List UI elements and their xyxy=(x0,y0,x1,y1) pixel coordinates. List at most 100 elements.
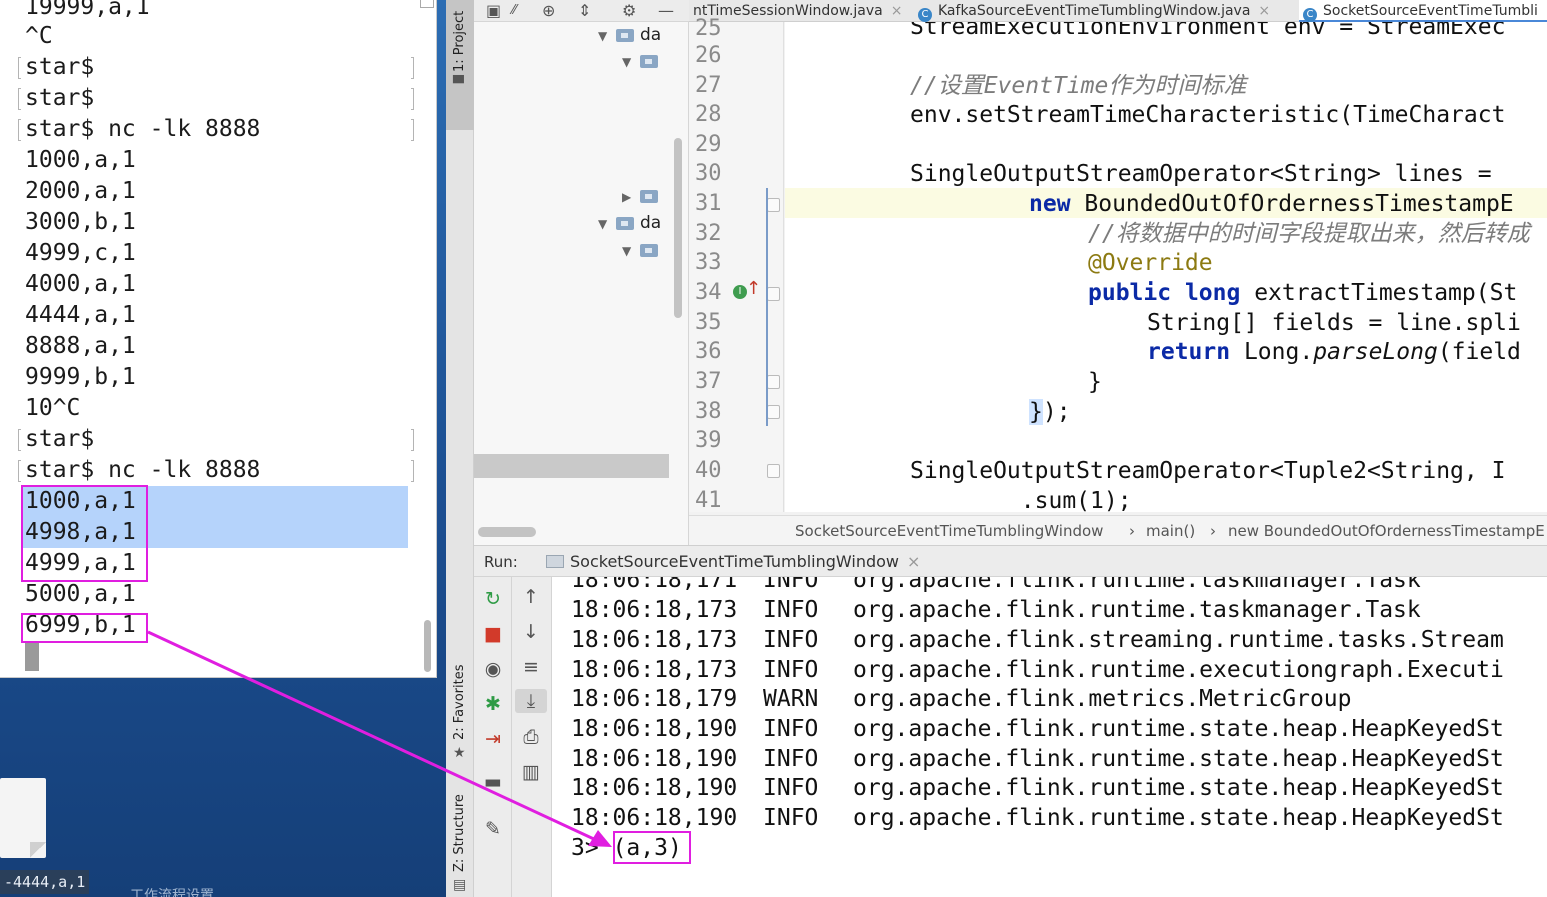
terminal-scrollbar[interactable] xyxy=(424,620,431,672)
tree-item[interactable]: ▶ xyxy=(622,185,664,207)
stop-icon[interactable]: ■ xyxy=(474,622,512,646)
log-timestamp: 18:06:18,173 xyxy=(571,627,738,653)
terminal-scroll-top[interactable] xyxy=(420,0,434,8)
fold-marker-icon[interactable] xyxy=(767,464,780,478)
tab-label: KafkaSourceEventTimeTumblingWindow.java xyxy=(938,3,1251,19)
exit-icon[interactable]: ⇥ xyxy=(474,727,512,751)
tree-item[interactable]: ▼ xyxy=(622,50,664,72)
log-logger: org.apache.flink.runtime.executiongraph.… xyxy=(853,657,1504,683)
close-icon[interactable]: × xyxy=(907,552,920,571)
hide-icon[interactable]: — xyxy=(658,0,674,22)
project-horizontal-scrollbar[interactable] xyxy=(478,527,536,537)
close-icon[interactable]: × xyxy=(891,3,903,19)
log-logger: org.apache.flink.runtime.state.heap.Heap… xyxy=(853,775,1504,801)
layout-icon[interactable]: ▣ xyxy=(486,0,501,22)
breadcrumb-method[interactable]: main() xyxy=(1146,516,1195,546)
terminal-line: star$ nc -lk 8888 xyxy=(25,457,261,483)
camera-icon[interactable]: ◉ xyxy=(474,657,512,681)
arrow-up-icon[interactable]: ↑ xyxy=(512,585,550,609)
expand-triangle-icon[interactable]: ▶ xyxy=(622,186,640,208)
line-number: 36 xyxy=(695,339,722,364)
fold-marker-icon[interactable] xyxy=(767,287,780,301)
layout-icon[interactable]: ▬ xyxy=(474,770,512,794)
star-icon[interactable]: ★ xyxy=(453,745,466,761)
fold-marker-icon[interactable] xyxy=(767,405,780,419)
console-line: 18:06:18,179 WARN org.apache.flink.metrics… xyxy=(571,684,1352,714)
project-panel: ▣ ⁄⁄ ⊕ ⇕ ⚙ — ▼ da ▼ ▶ ▼ da ▼ xyxy=(474,0,689,545)
console-output[interactable]: 18:06:18,171 INFO org.apache.flink.runtime… xyxy=(552,577,1547,897)
code-line-30: SingleOutputStreamOperator<String> lines… xyxy=(910,161,1492,187)
fold-marker-icon[interactable] xyxy=(767,375,780,389)
log-timestamp: 18:06:18,190 xyxy=(571,805,738,831)
highlight-box-window-records xyxy=(21,485,148,582)
console-line: 18:06:18,190 INFO org.apache.flink.runtime… xyxy=(571,744,1504,774)
highlight-box-trigger-record xyxy=(21,613,148,643)
breadcrumb-class[interactable]: SocketSourceEventTimeTumblingWindow xyxy=(795,516,1103,546)
print-icon[interactable]: ⎙ xyxy=(512,725,550,749)
locate-icon[interactable]: ⊕ xyxy=(542,0,555,22)
document-file-icon[interactable] xyxy=(0,778,46,858)
project-tool-label[interactable]: 1: Project xyxy=(452,11,467,72)
code-line-31: new BoundedOutOfOrdernessTimestampE xyxy=(1029,189,1514,219)
log-timestamp: 18:06:18,173 xyxy=(571,597,738,623)
favorites-tool-label[interactable]: 2: Favorites xyxy=(452,664,467,740)
arrow-down-icon[interactable]: ↓ xyxy=(512,620,550,644)
log-timestamp: 18:06:18,179 xyxy=(571,686,738,712)
tree-item-label: da xyxy=(640,213,662,233)
folder-icon: ▀ xyxy=(453,76,464,92)
prompt-bracket-left xyxy=(18,57,21,79)
log-logger: org.apache.flink.metrics.MetricGroup xyxy=(853,686,1352,712)
scroll-to-end-icon[interactable]: ⤓ xyxy=(515,689,547,713)
matched-brace: } xyxy=(1029,399,1043,425)
terminal-line: 3000,b,1 xyxy=(25,209,136,235)
tree-item[interactable]: ▼ xyxy=(622,239,664,261)
structure-tool-label[interactable]: Z: Structure xyxy=(452,794,467,872)
project-toolbar: ▣ ⁄⁄ ⊕ ⇕ ⚙ — xyxy=(474,0,689,22)
line-number: 25 xyxy=(695,16,722,41)
project-tool-button[interactable]: 1: Project ▀ xyxy=(446,0,474,130)
terminal-line: star$ xyxy=(25,85,95,111)
tab-socket-tumbling-window[interactable]: C SocketSourceEventTimeTumbli xyxy=(1299,0,1547,22)
project-vertical-scrollbar[interactable] xyxy=(674,138,682,318)
collapse-icon[interactable]: ⇕ xyxy=(578,0,591,22)
console-line: 18:06:18,173 INFO org.apache.flink.runtime… xyxy=(571,595,1421,625)
line-number: 39 xyxy=(695,428,722,453)
expand-triangle-icon[interactable]: ▼ xyxy=(622,51,640,73)
tree-item[interactable]: ▼ da xyxy=(598,212,661,234)
scope-icon[interactable]: ⁄⁄ xyxy=(512,0,516,22)
trash-icon[interactable]: ▥ xyxy=(512,760,550,784)
ide-window: 1: Project ▀ 2: Favorites ★ Z: Structure… xyxy=(446,0,1547,897)
soft-wrap-icon[interactable]: ≡ xyxy=(512,655,550,679)
fold-marker-icon[interactable] xyxy=(767,198,780,212)
override-arrow-icon[interactable]: ↑ xyxy=(746,279,761,299)
tab-kafka-tumbling-window[interactable]: C KafkaSourceEventTimeTumblingWindow.java… xyxy=(914,0,1270,22)
project-selected-row[interactable] xyxy=(474,454,669,478)
expand-triangle-icon[interactable]: ▼ xyxy=(598,213,616,235)
expand-triangle-icon[interactable]: ▼ xyxy=(622,240,640,262)
line-number: 38 xyxy=(695,399,722,424)
structure-icon[interactable]: ▤ xyxy=(453,877,466,893)
keyword: return xyxy=(1147,339,1231,365)
code-editor[interactable]: StreamExecutionEnvironment env = StreamE… xyxy=(785,22,1547,512)
run-toolbar-secondary: ↑ ↓ ≡ ⤓ ⎙ ▥ xyxy=(512,577,552,897)
log-level: INFO xyxy=(763,577,819,593)
rerun-icon[interactable]: ↻ xyxy=(474,587,512,611)
document-file-label[interactable]: -4444,a,1 xyxy=(0,870,90,894)
log-timestamp: 18:06:18,171 xyxy=(571,577,738,593)
expand-triangle-icon[interactable]: ▼ xyxy=(598,25,616,47)
run-config-tab[interactable]: SocketSourceEventTimeTumblingWindow × xyxy=(546,546,920,578)
line-number: 28 xyxy=(695,102,722,127)
implements-method-icon[interactable]: I xyxy=(733,285,747,299)
breadcrumb-anonymous-class[interactable]: new BoundedOutOfOrdernessTimestampE xyxy=(1228,516,1545,546)
breadcrumb: SocketSourceEventTimeTumblingWindow › ma… xyxy=(689,515,1547,545)
debug-icon[interactable]: ✱ xyxy=(474,692,512,716)
code-text: ); xyxy=(1042,399,1071,425)
code-line-36: return Long.parseLong(field xyxy=(1147,337,1521,367)
folder-icon xyxy=(640,54,658,68)
gear-icon[interactable]: ⚙ xyxy=(622,0,636,22)
tree-item[interactable]: ▼ da xyxy=(598,24,661,46)
code-text: parseLong xyxy=(1313,339,1438,365)
close-icon[interactable]: × xyxy=(1258,3,1270,19)
pin-icon[interactable]: ✎ xyxy=(474,817,512,841)
folder-icon xyxy=(640,189,658,203)
